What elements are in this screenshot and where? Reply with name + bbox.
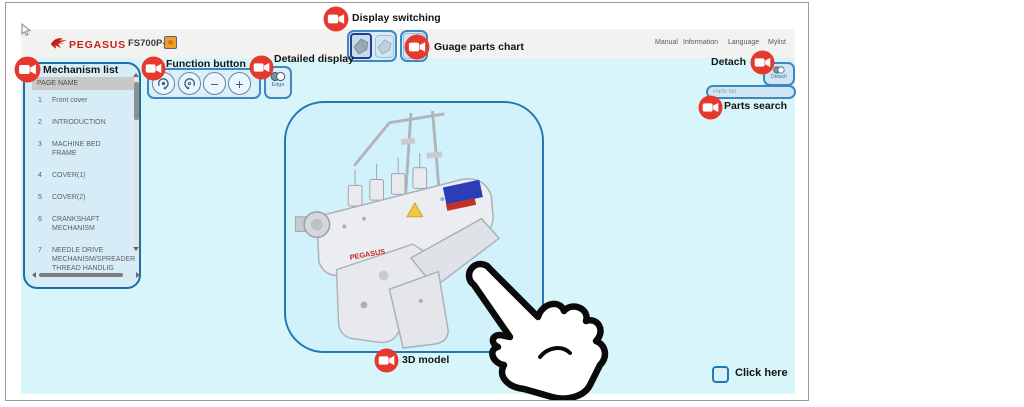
mechanism-row[interactable]: 6CRANKSHAFT MECHANISM [32,215,133,233]
plus-icon: + [235,77,243,91]
scroll-down-arrow-icon[interactable] [133,247,139,251]
gauge-mini-glyph [168,40,173,45]
mechanism-row-name: COVER(2) [52,193,126,202]
mechanism-row-name: COVER(1) [52,171,126,180]
zoom-in-button[interactable]: + [228,72,251,95]
edge-button-label: Edge [266,82,290,88]
video-camera-icon [141,56,166,81]
mechanism-row-name: Front cover [52,96,126,105]
vertical-scrollbar-thumb[interactable] [134,82,139,120]
click-here-label: Click here [735,367,788,379]
display-section-view-button[interactable] [375,35,394,58]
mechanism-row[interactable]: 5COVER(2) [32,193,133,202]
callout-detailed-display: Detailed display [274,53,354,65]
menu-mylist[interactable]: Mylist [768,39,786,46]
brand-name: PEGASUS [69,39,126,51]
machine-3d-thumbnail-icon [352,35,370,57]
mechanism-row-page: 3 [32,140,52,149]
pointing-hand-cursor-icon [452,259,622,401]
mechanism-row-page: 5 [32,193,52,202]
mechanism-row-page: 7 [32,246,52,255]
video-camera-icon [323,6,349,32]
horizontal-scrollbar-thumb[interactable] [39,273,123,278]
mechanism-row[interactable]: 3MACHINE BED FRAME [32,140,133,158]
click-here-checkbox[interactable] [712,366,729,383]
video-camera-icon [750,50,775,75]
mechanism-row[interactable]: 7NEEDLE DRIVE MECHANISM/SPREADER THREAD … [32,246,133,273]
mechanism-row-page: 4 [32,171,52,180]
mechanism-row[interactable]: 4COVER(1) [32,171,133,180]
callout-gauge-parts-chart: Guage parts chart [434,41,524,53]
machine-3d-light-thumbnail-icon [376,36,393,57]
mechanism-row-page: 6 [32,215,52,224]
rotate-reset-button[interactable] [178,72,201,95]
callout-3d-model: 3D model [402,354,449,366]
mechanism-row-name: MACHINE BED FRAME [52,140,126,158]
screenshot-canvas: PEGASUS FS700P-A Manual Information Lang… [0,0,1024,407]
mechanism-row[interactable]: 2INTRODUCTION [32,118,133,127]
zoom-out-button[interactable]: − [203,72,226,95]
mechanism-row-name: NEEDLE DRIVE MECHANISM/SPREADER THREAD H… [52,246,126,273]
video-camera-icon [404,34,430,60]
video-camera-icon [698,95,723,120]
mechanism-row-name: INTRODUCTION [52,118,126,127]
menu-language[interactable]: Language [728,39,759,46]
menu-information[interactable]: Information [683,39,718,46]
minus-icon: − [210,77,218,91]
mechanism-table-header: PAGENAME [32,77,134,90]
scroll-right-arrow-icon[interactable] [136,272,140,278]
mechanism-row-name: CRANKSHAFT MECHANISM [52,215,126,233]
scroll-up-arrow-icon[interactable] [133,73,139,77]
mouse-cursor-icon [20,23,32,37]
mechanism-row[interactable]: 1Front cover [32,96,133,105]
callout-mechanism-list: Mechanism list [43,64,118,76]
video-camera-icon [14,56,41,83]
video-camera-icon [249,55,274,80]
callout-parts-search: Parts search [724,100,787,112]
gauge-mini-button[interactable] [164,36,177,49]
callout-detach: Detach [711,56,746,68]
scroll-left-arrow-icon[interactable] [32,272,36,278]
mechanism-row-page: 2 [32,118,52,127]
callout-display-switching: Display switching [352,12,441,24]
mechanism-table-rows: 1Front cover 2INTRODUCTION 3MACHINE BED FR… [32,96,133,286]
column-name: NAME [58,80,78,87]
callout-function-button: Function button [166,58,246,70]
mechanism-row-page: 1 [32,96,52,105]
rotate-reset-icon [182,76,197,91]
menu-manual[interactable]: Manual [655,39,678,46]
video-camera-icon [374,348,399,373]
app-window: PEGASUS FS700P-A Manual Information Lang… [5,2,809,401]
pegasus-logo-icon [50,36,68,51]
